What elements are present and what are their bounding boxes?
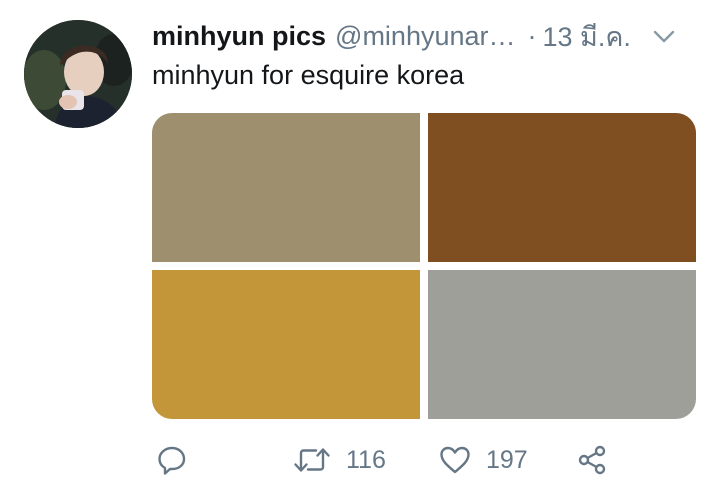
retweet-count: 116 [346, 445, 386, 474]
media-image-3[interactable] [152, 270, 420, 419]
media-image-4[interactable] [428, 270, 696, 419]
avatar[interactable] [24, 20, 132, 128]
share-button[interactable] [576, 440, 608, 480]
media-image-2[interactable] [428, 113, 696, 262]
chevron-down-icon[interactable] [651, 23, 677, 49]
tweet: minhyun pics @minhyunar… · 13 มี.ค. minh… [0, 0, 720, 492]
media-image-1[interactable] [152, 113, 420, 262]
like-count: 197 [486, 445, 528, 474]
user-handle[interactable]: @minhyunar… [335, 21, 515, 52]
heart-icon [438, 444, 472, 476]
action-bar: 116 197 [152, 440, 696, 480]
retweet-button[interactable]: 116 [292, 440, 386, 480]
reply-icon [156, 444, 188, 476]
timestamp[interactable]: 13 มี.ค. [543, 15, 631, 58]
reply-button[interactable] [156, 440, 188, 480]
tweet-text: minhyun for esquire korea [152, 60, 465, 90]
share-icon [576, 444, 608, 476]
media-grid [152, 113, 696, 419]
separator-dot: · [527, 20, 537, 51]
display-name[interactable]: minhyun pics [152, 21, 326, 52]
like-button[interactable]: 197 [438, 440, 528, 480]
retweet-icon [292, 444, 332, 476]
tweet-header: minhyun pics @minhyunar… · 13 มี.ค. [152, 18, 702, 54]
